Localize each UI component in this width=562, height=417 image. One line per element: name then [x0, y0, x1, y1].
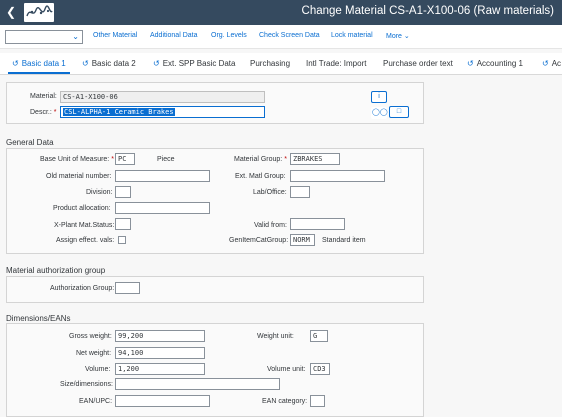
chevron-down-icon: ⌄ — [72, 32, 79, 41]
weight-unit-label: Weight unit: — [257, 333, 294, 340]
division-label: Division: — [86, 189, 113, 196]
descr-label: Descr.: * — [30, 109, 56, 116]
old-material-field[interactable] — [115, 170, 210, 182]
tab-icon: ↺ — [82, 59, 89, 68]
page-title: Change Material CS-A1-X100-06 (Raw mater… — [301, 5, 554, 17]
tab-intl-trade-import[interactable]: Intl Trade: Import — [306, 59, 366, 68]
toolbar: ⌄ Other Material Additional Data Org. Le… — [0, 25, 562, 49]
old-material-label: Old material number: — [46, 173, 112, 180]
required-marker: * — [284, 156, 287, 163]
material-group-label: Material Group: * — [234, 156, 287, 163]
assign-effect-vals-checkbox[interactable] — [118, 236, 126, 244]
tab-label: Accounting 1 — [476, 59, 523, 68]
ean-category-field[interactable] — [310, 395, 325, 407]
volume-unit-field[interactable]: CD3 — [310, 363, 330, 375]
tab-icon: ↺ — [12, 59, 19, 68]
other-material-button[interactable]: Other Material — [93, 32, 137, 39]
product-allocation-label: Product allocation: — [53, 205, 111, 212]
material-field[interactable]: CS-A1-X100-06 — [60, 91, 265, 103]
ean-category-label: EAN category: — [262, 398, 308, 405]
material-label: Material: — [30, 93, 57, 100]
base-uom-text: Piece — [157, 156, 175, 163]
document-icon[interactable]: □ — [389, 106, 409, 118]
net-weight-field[interactable]: 94,100 — [115, 347, 205, 359]
ean-upc-field[interactable] — [115, 395, 210, 407]
org-levels-button[interactable]: Org. Levels — [211, 32, 247, 39]
required-marker: * — [111, 156, 114, 163]
more-button[interactable]: More ⌄ — [386, 32, 410, 40]
base-uom-label: Base Unit of Measure: * — [40, 156, 114, 163]
tab-accounting-1[interactable]: ↺ Accounting 1 — [467, 59, 523, 68]
info-icon[interactable]: i — [371, 91, 387, 103]
ean-upc-label: EAN/UPC: — [79, 398, 113, 405]
product-allocation-field[interactable] — [115, 202, 210, 214]
tab-label: Ext. SPP Basic Data — [162, 59, 236, 68]
xplant-status-label: X-Plant Mat.Status: — [54, 222, 115, 229]
glasses-icon[interactable]: ◯◯ — [371, 107, 388, 119]
gen-item-cat-group-label: GenItemCatGroup: — [229, 237, 289, 244]
base-uom-field[interactable]: PC — [115, 153, 135, 165]
tab-icon: ↺ — [542, 59, 549, 68]
check-screen-data-button[interactable]: Check Screen Data — [259, 32, 320, 39]
net-weight-label: Net weight: — [76, 350, 112, 357]
valid-from-field[interactable] — [290, 218, 345, 230]
tab-purchasing[interactable]: Purchasing — [250, 59, 290, 68]
tab-label: Ac — [551, 59, 562, 68]
authorization-group-label: Authorization Group: — [50, 285, 115, 292]
company-logo[interactable] — [24, 3, 54, 22]
size-dimensions-field[interactable] — [115, 378, 280, 390]
more-label: More — [386, 33, 402, 40]
authorization-group-field[interactable] — [115, 282, 140, 294]
auth-group-title: Material authorization group — [6, 266, 106, 275]
additional-data-button[interactable]: Additional Data — [150, 32, 197, 39]
volume-unit-label: Volume unit: — [267, 366, 306, 373]
general-data-title: General Data — [6, 138, 54, 147]
base-uom-label-text: Base Unit of Measure: — [40, 156, 110, 163]
valid-from-label: Valid from: — [254, 222, 287, 229]
descr-label-text: Descr.: — [30, 109, 52, 116]
assign-effect-vals-label: Assign effect. vals: — [56, 237, 115, 244]
tab-basic-data-2[interactable]: ↺ Basic data 2 — [82, 59, 136, 68]
gen-item-cat-group-text: Standard item — [322, 237, 366, 244]
tab-icon: ↺ — [467, 59, 474, 68]
dimensions-title: Dimensions/EANs — [6, 314, 71, 323]
volume-field[interactable]: 1,200 — [115, 363, 205, 375]
gen-item-cat-group-field[interactable]: NORM — [290, 234, 315, 246]
tab-ext-spp-basic-data[interactable]: ↺ Ext. SPP Basic Data — [153, 59, 235, 68]
description-value: CSL-ALPHA-1 Ceramic Brakes — [63, 108, 175, 116]
tab-label: Basic data 2 — [91, 59, 136, 68]
material-group-label-text: Material Group: — [234, 156, 283, 163]
ext-matl-group-label: Ext. Matl Group: — [235, 173, 286, 180]
required-marker: * — [53, 109, 57, 116]
division-field[interactable] — [115, 186, 131, 198]
lab-office-label: Lab/Office: — [253, 189, 287, 196]
back-icon[interactable]: ❮ — [6, 5, 16, 19]
tab-purchase-order-text[interactable]: Purchase order text — [383, 59, 453, 68]
description-field[interactable]: CSL-ALPHA-1 Ceramic Brakes — [60, 106, 265, 118]
size-dimensions-label: Size/dimensions: — [60, 381, 113, 388]
volume-label: Volume: — [85, 366, 111, 373]
chevron-down-icon: ⌄ — [403, 33, 410, 40]
weight-unit-field[interactable]: G — [310, 330, 328, 342]
tab-basic-data-1[interactable]: ↺ Basic data 1 — [12, 59, 66, 68]
lock-material-button[interactable]: Lock material — [331, 32, 373, 39]
gross-weight-field[interactable]: 99,200 — [115, 330, 205, 342]
active-tab-indicator — [8, 72, 70, 74]
ext-matl-group-field[interactable] — [290, 170, 385, 182]
tab-label: Basic data 1 — [21, 59, 66, 68]
tab-bar: ↺ Basic data 1 ↺ Basic data 2 ↺ Ext. SPP Ba… — [0, 53, 562, 75]
material-group-field[interactable]: ZBRAKES — [290, 153, 340, 165]
xplant-status-field[interactable] — [115, 218, 131, 230]
shell-bar: ❮ Change Material CS-A1-X100-06 (Raw mat… — [0, 0, 562, 25]
gross-weight-label: Gross weight: — [69, 333, 112, 340]
toolbar-select[interactable]: ⌄ — [5, 30, 83, 44]
lab-office-field[interactable] — [290, 186, 310, 198]
tab-accounting-2[interactable]: ↺ Ac — [542, 59, 561, 68]
tab-icon: ↺ — [153, 59, 160, 68]
